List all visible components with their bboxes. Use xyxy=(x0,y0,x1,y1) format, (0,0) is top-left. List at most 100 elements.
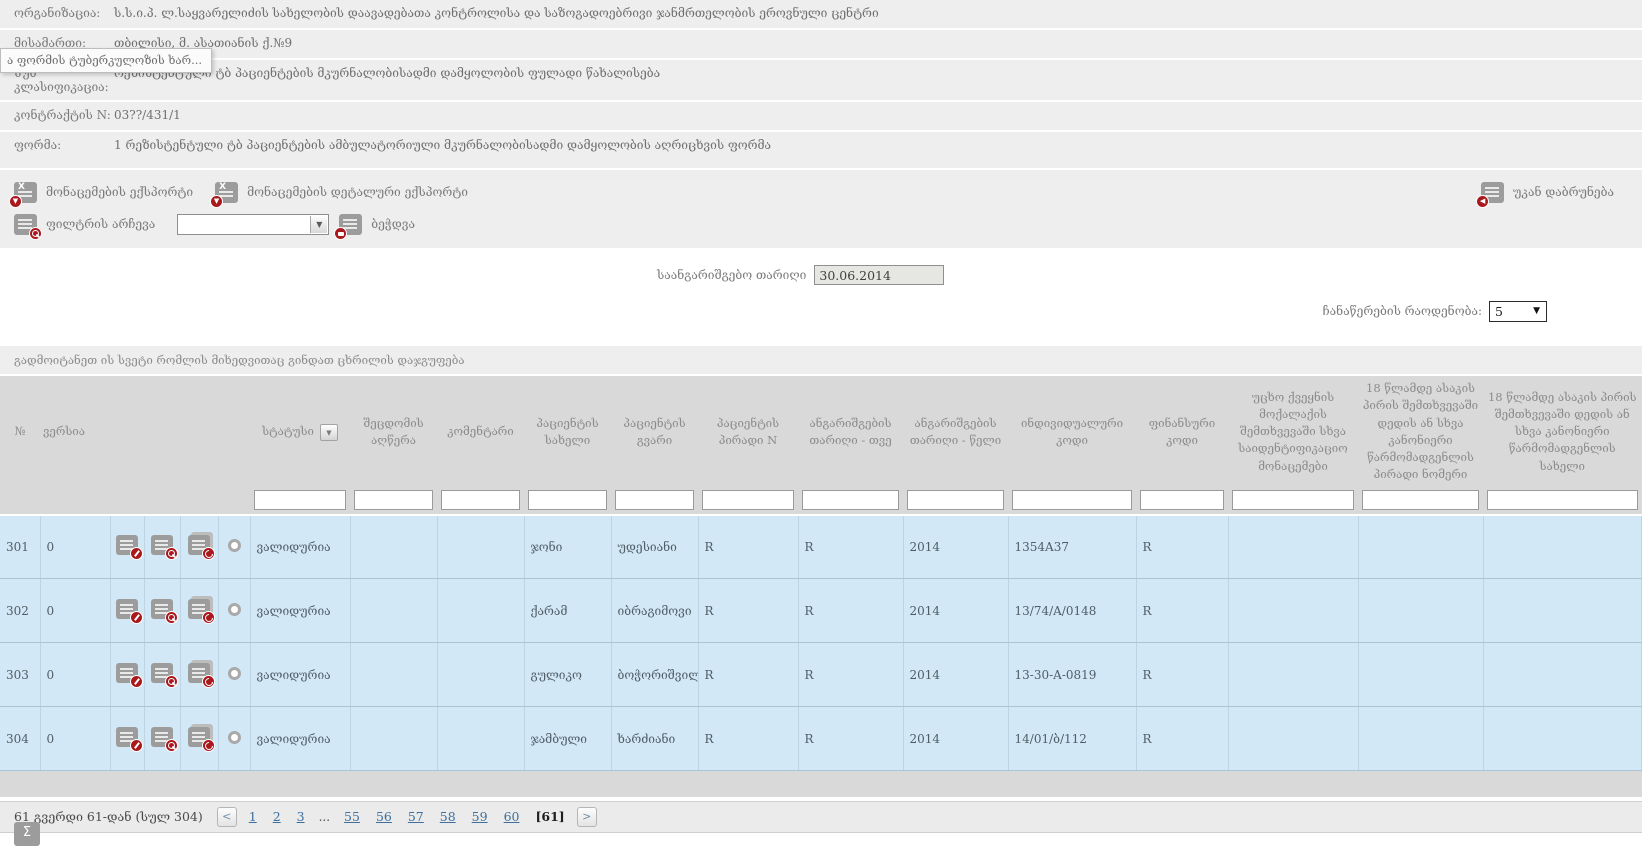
cell-first-name: ჯონი xyxy=(524,515,611,579)
col-header-comment[interactable]: კომენტარი xyxy=(437,376,524,488)
cell-personal-n: R xyxy=(698,643,798,707)
status-header-label: სტატუსი xyxy=(262,424,314,438)
cell-status: ვალიდურია xyxy=(250,579,350,643)
magnifier-icon xyxy=(165,675,178,688)
prev-page-button[interactable]: < xyxy=(217,807,237,827)
view-row-button[interactable] xyxy=(144,643,180,707)
col-header-personal-n[interactable]: პაციენტის პირადი N xyxy=(698,376,798,488)
filter-combobox[interactable]: ▼ xyxy=(177,214,329,235)
cell-report-year: 2014 xyxy=(903,707,1008,771)
excel-detailed-export-icon: ▼ xyxy=(215,182,238,203)
copy-row-button[interactable] xyxy=(180,707,218,771)
col-header-financial-code[interactable]: ფინანსური კოდი xyxy=(1136,376,1228,488)
page-link-59[interactable]: 59 xyxy=(468,809,492,824)
cell-personal-n: R xyxy=(698,707,798,771)
filter-row xyxy=(0,488,1642,515)
col-header-number[interactable]: № xyxy=(0,376,40,488)
filter-input-financial-code[interactable] xyxy=(1140,490,1224,510)
report-date-input[interactable] xyxy=(814,265,944,285)
edit-row-button[interactable] xyxy=(110,515,144,579)
back-button-label: უკან დაბრუნება xyxy=(1513,185,1614,199)
col-header-report-year[interactable]: ანგარიშგების თარიღი - წელი xyxy=(903,376,1008,488)
row-radio-cell xyxy=(218,579,250,643)
row-radio-button[interactable] xyxy=(228,539,241,552)
col-header-foreign-id[interactable]: უცხო ქვეყნის მოქალაქის შემთხვევაში სხვა … xyxy=(1228,376,1358,488)
copy-row-button[interactable] xyxy=(180,515,218,579)
copy-row-button[interactable] xyxy=(180,579,218,643)
copy-row-button[interactable] xyxy=(180,643,218,707)
filter-input-individual-code[interactable] xyxy=(1012,490,1132,510)
back-arrow-icon: ◀ xyxy=(1476,195,1489,208)
page-link-60[interactable]: 60 xyxy=(500,809,524,824)
col-header-status[interactable]: სტატუსი ▼ xyxy=(250,376,350,488)
page-link-55[interactable]: 55 xyxy=(340,809,364,824)
edit-row-button[interactable] xyxy=(110,707,144,771)
page-link-1[interactable]: 1 xyxy=(245,809,261,824)
row-radio-button[interactable] xyxy=(228,603,241,616)
row-radio-button[interactable] xyxy=(228,731,241,744)
page-link-3[interactable]: 3 xyxy=(293,809,309,824)
report-date-row: საანგარიშგებო თარიღი xyxy=(657,262,1642,288)
export-button[interactable]: ▼ მონაცემების ექსპორტი xyxy=(14,182,193,203)
filter-select-button[interactable]: ფილტრის არჩევა xyxy=(14,214,155,235)
cell-report-year: 2014 xyxy=(903,515,1008,579)
pencil-icon xyxy=(130,547,143,560)
filter-input-foreign-id[interactable] xyxy=(1232,490,1354,510)
combobox-arrow-icon[interactable]: ▼ xyxy=(310,216,327,233)
edit-row-button[interactable] xyxy=(110,643,144,707)
view-icon xyxy=(151,727,173,747)
cell-personal-n: R xyxy=(698,579,798,643)
filter-input-report-month[interactable] xyxy=(802,490,899,510)
page-link-2[interactable]: 2 xyxy=(269,809,285,824)
cell-status: ვალიდურია xyxy=(250,515,350,579)
status-filter-dropdown-icon[interactable]: ▼ xyxy=(320,424,338,441)
col-header-guardian-id[interactable]: 18 წლამდე ასაკის პირის შემთხვევაში დედის… xyxy=(1358,376,1483,488)
page-link-58[interactable]: 58 xyxy=(436,809,460,824)
view-icon xyxy=(151,535,173,555)
pencil-icon xyxy=(130,739,143,752)
cell-financial-code: R xyxy=(1136,515,1228,579)
filter-input-comment[interactable] xyxy=(441,490,520,510)
sum-export-icon[interactable]: Σ xyxy=(14,822,40,846)
edit-row-button[interactable] xyxy=(110,579,144,643)
back-button[interactable]: ◀ უკან დაბრუნება xyxy=(1481,182,1614,203)
detailed-export-button[interactable]: ▼ მონაცემების დეტალური ექსპორტი xyxy=(215,182,468,203)
filter-input-last-name[interactable] xyxy=(615,490,694,510)
col-header-guardian-name[interactable]: 18 წლამდე ასაკის პირის შემთხვევაში დედის… xyxy=(1483,376,1642,488)
col-header-last-name[interactable]: პაციენტის გვარი xyxy=(611,376,698,488)
print-button[interactable]: ბეჭდვა xyxy=(339,214,415,235)
toolbar: ▼ მონაცემების ექსპორტი ▼ მონაცემების დეტ… xyxy=(0,170,1642,248)
cell-financial-code: R xyxy=(1136,643,1228,707)
col-header-report-month[interactable]: ანგარიშგების თარიღი - თვე xyxy=(798,376,903,488)
view-row-button[interactable] xyxy=(144,707,180,771)
row-radio-button[interactable] xyxy=(228,667,241,680)
col-header-error[interactable]: შეცდომის აღწერა xyxy=(350,376,437,488)
col-header-version[interactable]: ვერსია xyxy=(40,376,110,488)
view-row-button[interactable] xyxy=(144,515,180,579)
next-page-button[interactable]: > xyxy=(577,807,597,827)
col-header-individual-code[interactable]: ინდივიდუალური კოდი xyxy=(1008,376,1136,488)
form-value: 1 რეზისტენტული ტბ პაციენტების ამბულატორი… xyxy=(114,138,771,162)
filter-input-guardian-name[interactable] xyxy=(1487,490,1638,510)
filter-input-personal-n[interactable] xyxy=(702,490,794,510)
page-link-56[interactable]: 56 xyxy=(372,809,396,824)
pencil-icon xyxy=(130,611,143,624)
row-radio-cell xyxy=(218,643,250,707)
col-header-copy xyxy=(180,376,218,488)
cell-first-name: ქარამ xyxy=(524,579,611,643)
cell-report-month: R xyxy=(798,707,903,771)
row-number: 304 xyxy=(0,707,40,771)
view-row-button[interactable] xyxy=(144,579,180,643)
info-row-address: მისამართი: თბილისი, მ. ასათიანის ქ.№9 xyxy=(0,30,1642,58)
filter-input-first-name[interactable] xyxy=(528,490,607,510)
col-header-first-name[interactable]: პაციენტის სახელი xyxy=(524,376,611,488)
table-row: 304 0 ვალიდურია ჯამბული ხარძიანი R R 201… xyxy=(0,707,1642,771)
page-link-57[interactable]: 57 xyxy=(404,809,428,824)
filter-input-error[interactable] xyxy=(354,490,433,510)
records-count-select[interactable]: 5 ▼ xyxy=(1489,301,1547,322)
filter-input-report-year[interactable] xyxy=(907,490,1004,510)
row-version: 0 xyxy=(40,707,110,771)
filter-input-status[interactable] xyxy=(254,490,346,510)
history-arrow-icon xyxy=(202,675,215,688)
filter-input-guardian-id[interactable] xyxy=(1362,490,1479,510)
